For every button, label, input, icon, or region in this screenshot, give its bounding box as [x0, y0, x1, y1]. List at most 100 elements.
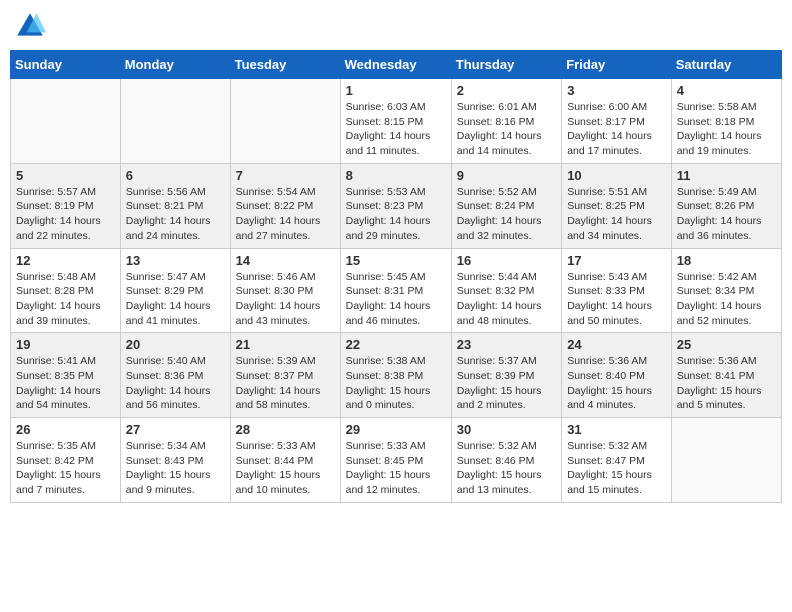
day-number: 31: [567, 422, 666, 437]
day-number: 15: [346, 253, 446, 268]
day-number: 21: [236, 337, 335, 352]
calendar-cell: 6 Sunrise: 5:56 AM Sunset: 8:21 PM Daylig…: [120, 163, 230, 248]
calendar-cell: 31 Sunrise: 5:32 AM Sunset: 8:47 PM Dayli…: [562, 418, 672, 503]
day-info: Sunrise: 5:41 AM Sunset: 8:35 PM Dayligh…: [16, 354, 115, 413]
calendar-cell: 2 Sunrise: 6:01 AM Sunset: 8:16 PM Daylig…: [451, 79, 561, 164]
day-info: Sunrise: 5:56 AM Sunset: 8:21 PM Dayligh…: [126, 185, 225, 244]
day-number: 11: [677, 168, 776, 183]
calendar-cell: 25 Sunrise: 5:36 AM Sunset: 8:41 PM Dayli…: [671, 333, 781, 418]
day-info: Sunrise: 5:47 AM Sunset: 8:29 PM Dayligh…: [126, 270, 225, 329]
logo-icon: [14, 10, 46, 42]
calendar-cell: 29 Sunrise: 5:33 AM Sunset: 8:45 PM Dayli…: [340, 418, 451, 503]
day-info: Sunrise: 5:54 AM Sunset: 8:22 PM Dayligh…: [236, 185, 335, 244]
day-info: Sunrise: 5:33 AM Sunset: 8:45 PM Dayligh…: [346, 439, 446, 498]
day-info: Sunrise: 5:40 AM Sunset: 8:36 PM Dayligh…: [126, 354, 225, 413]
calendar-cell: 19 Sunrise: 5:41 AM Sunset: 8:35 PM Dayli…: [11, 333, 121, 418]
weekday-header-monday: Monday: [120, 51, 230, 79]
calendar-week-row: 12 Sunrise: 5:48 AM Sunset: 8:28 PM Dayli…: [11, 248, 782, 333]
day-number: 29: [346, 422, 446, 437]
calendar-week-row: 1 Sunrise: 6:03 AM Sunset: 8:15 PM Daylig…: [11, 79, 782, 164]
day-number: 1: [346, 83, 446, 98]
calendar-cell: 7Sunrise: 5:54 AM Sunset: 8:22 PM Daylig…: [230, 163, 340, 248]
calendar-cell: [671, 418, 781, 503]
day-info: Sunrise: 5:32 AM Sunset: 8:47 PM Dayligh…: [567, 439, 666, 498]
day-info: Sunrise: 5:51 AM Sunset: 8:25 PM Dayligh…: [567, 185, 666, 244]
logo: [14, 10, 50, 42]
calendar-cell: 17 Sunrise: 5:43 AM Sunset: 8:33 PM Dayli…: [562, 248, 672, 333]
day-number: 28: [236, 422, 335, 437]
weekday-header-thursday: Thursday: [451, 51, 561, 79]
day-number: 30: [457, 422, 556, 437]
calendar-cell: 20Sunrise: 5:40 AM Sunset: 8:36 PM Dayli…: [120, 333, 230, 418]
weekday-header-sunday: Sunday: [11, 51, 121, 79]
day-number: 9: [457, 168, 556, 183]
calendar-cell: 30 Sunrise: 5:32 AM Sunset: 8:46 PM Dayli…: [451, 418, 561, 503]
day-info: Sunrise: 5:44 AM Sunset: 8:32 PM Dayligh…: [457, 270, 556, 329]
calendar-cell: 15 Sunrise: 5:45 AM Sunset: 8:31 PM Dayli…: [340, 248, 451, 333]
page-header: [10, 10, 782, 42]
day-number: 24: [567, 337, 666, 352]
calendar-header-row: SundayMondayTuesdayWednesdayThursdayFrid…: [11, 51, 782, 79]
day-number: 17: [567, 253, 666, 268]
day-number: 19: [16, 337, 115, 352]
day-info: Sunrise: 6:03 AM Sunset: 8:15 PM Dayligh…: [346, 100, 446, 159]
calendar-cell: 21Sunrise: 5:39 AM Sunset: 8:37 PM Dayli…: [230, 333, 340, 418]
day-info: Sunrise: 5:42 AM Sunset: 8:34 PM Dayligh…: [677, 270, 776, 329]
calendar-cell: 22 Sunrise: 5:38 AM Sunset: 8:38 PM Dayli…: [340, 333, 451, 418]
calendar-cell: [120, 79, 230, 164]
day-number: 3: [567, 83, 666, 98]
calendar-cell: 5Sunrise: 5:57 AM Sunset: 8:19 PM Daylig…: [11, 163, 121, 248]
day-number: 4: [677, 83, 776, 98]
calendar-cell: 9 Sunrise: 5:52 AM Sunset: 8:24 PM Daylig…: [451, 163, 561, 248]
day-info: Sunrise: 5:38 AM Sunset: 8:38 PM Dayligh…: [346, 354, 446, 413]
day-number: 5: [16, 168, 115, 183]
day-number: 25: [677, 337, 776, 352]
day-info: Sunrise: 5:52 AM Sunset: 8:24 PM Dayligh…: [457, 185, 556, 244]
weekday-header-friday: Friday: [562, 51, 672, 79]
calendar-cell: 13 Sunrise: 5:47 AM Sunset: 8:29 PM Dayli…: [120, 248, 230, 333]
weekday-header-saturday: Saturday: [671, 51, 781, 79]
day-number: 22: [346, 337, 446, 352]
calendar-cell: 27 Sunrise: 5:34 AM Sunset: 8:43 PM Dayli…: [120, 418, 230, 503]
day-number: 27: [126, 422, 225, 437]
day-info: Sunrise: 5:35 AM Sunset: 8:42 PM Dayligh…: [16, 439, 115, 498]
day-number: 13: [126, 253, 225, 268]
calendar-table: SundayMondayTuesdayWednesdayThursdayFrid…: [10, 50, 782, 503]
calendar-cell: 23 Sunrise: 5:37 AM Sunset: 8:39 PM Dayli…: [451, 333, 561, 418]
day-info: Sunrise: 5:53 AM Sunset: 8:23 PM Dayligh…: [346, 185, 446, 244]
calendar-cell: 12 Sunrise: 5:48 AM Sunset: 8:28 PM Dayli…: [11, 248, 121, 333]
day-info: Sunrise: 5:48 AM Sunset: 8:28 PM Dayligh…: [16, 270, 115, 329]
calendar-cell: 11Sunrise: 5:49 AM Sunset: 8:26 PM Dayli…: [671, 163, 781, 248]
calendar-cell: 28 Sunrise: 5:33 AM Sunset: 8:44 PM Dayli…: [230, 418, 340, 503]
day-number: 2: [457, 83, 556, 98]
calendar-cell: [230, 79, 340, 164]
day-info: Sunrise: 6:00 AM Sunset: 8:17 PM Dayligh…: [567, 100, 666, 159]
day-info: Sunrise: 5:32 AM Sunset: 8:46 PM Dayligh…: [457, 439, 556, 498]
day-number: 10: [567, 168, 666, 183]
weekday-header-wednesday: Wednesday: [340, 51, 451, 79]
day-info: Sunrise: 6:01 AM Sunset: 8:16 PM Dayligh…: [457, 100, 556, 159]
day-info: Sunrise: 5:36 AM Sunset: 8:40 PM Dayligh…: [567, 354, 666, 413]
day-number: 26: [16, 422, 115, 437]
calendar-cell: 1 Sunrise: 6:03 AM Sunset: 8:15 PM Daylig…: [340, 79, 451, 164]
day-info: Sunrise: 5:33 AM Sunset: 8:44 PM Dayligh…: [236, 439, 335, 498]
day-info: Sunrise: 5:34 AM Sunset: 8:43 PM Dayligh…: [126, 439, 225, 498]
calendar-cell: 14 Sunrise: 5:46 AM Sunset: 8:30 PM Dayli…: [230, 248, 340, 333]
calendar-cell: 24 Sunrise: 5:36 AM Sunset: 8:40 PM Dayli…: [562, 333, 672, 418]
calendar-week-row: 5Sunrise: 5:57 AM Sunset: 8:19 PM Daylig…: [11, 163, 782, 248]
day-info: Sunrise: 5:46 AM Sunset: 8:30 PM Dayligh…: [236, 270, 335, 329]
calendar-cell: 18 Sunrise: 5:42 AM Sunset: 8:34 PM Dayli…: [671, 248, 781, 333]
calendar-week-row: 26 Sunrise: 5:35 AM Sunset: 8:42 PM Dayli…: [11, 418, 782, 503]
day-info: Sunrise: 5:37 AM Sunset: 8:39 PM Dayligh…: [457, 354, 556, 413]
day-number: 23: [457, 337, 556, 352]
calendar-cell: [11, 79, 121, 164]
day-number: 14: [236, 253, 335, 268]
day-number: 16: [457, 253, 556, 268]
day-info: Sunrise: 5:36 AM Sunset: 8:41 PM Dayligh…: [677, 354, 776, 413]
day-number: 6: [126, 168, 225, 183]
day-number: 18: [677, 253, 776, 268]
calendar-cell: 26 Sunrise: 5:35 AM Sunset: 8:42 PM Dayli…: [11, 418, 121, 503]
day-info: Sunrise: 5:45 AM Sunset: 8:31 PM Dayligh…: [346, 270, 446, 329]
day-info: Sunrise: 5:43 AM Sunset: 8:33 PM Dayligh…: [567, 270, 666, 329]
day-number: 12: [16, 253, 115, 268]
